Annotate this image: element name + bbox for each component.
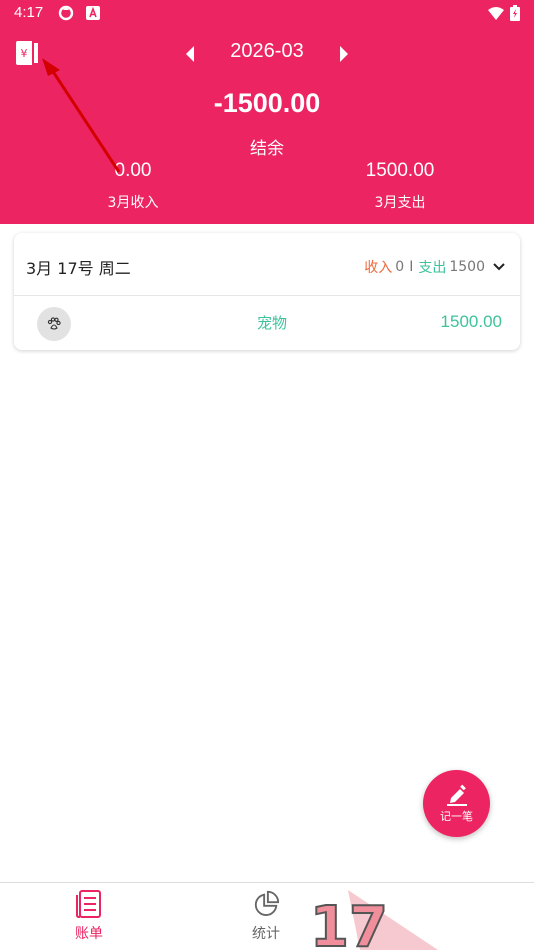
- day-card-header[interactable]: 3月 17号 周二 收入 0 I 支出 1500: [14, 233, 520, 296]
- app-a-icon: [86, 6, 100, 20]
- list-item[interactable]: 宠物 1500.00: [14, 296, 520, 350]
- paw-icon: [37, 307, 71, 341]
- wifi-icon: [488, 7, 504, 20]
- day-expense-value: 1500: [449, 259, 485, 275]
- nav-item-bills[interactable]: 账单: [44, 889, 134, 943]
- day-income-value: 0: [395, 259, 405, 275]
- month-selector: 2026-03: [0, 38, 534, 70]
- income-value: 0.00: [114, 160, 152, 181]
- site-watermark-logo: 17: [309, 890, 438, 950]
- pencil-icon: [446, 784, 467, 806]
- balance-label: 结余: [250, 139, 284, 159]
- day-income-label: 收入: [364, 260, 393, 276]
- add-record-button[interactable]: 记一笔: [423, 770, 490, 837]
- chevron-down-icon[interactable]: [492, 260, 506, 274]
- current-month[interactable]: 2026-03: [210, 40, 324, 63]
- entry-amount: 1500.00: [440, 312, 502, 331]
- bills-icon: [76, 890, 101, 918]
- monthly-income: 0.00 3月收入: [33, 160, 233, 212]
- nav-item-stats[interactable]: 统计: [221, 889, 311, 943]
- sync-icon: [58, 5, 74, 21]
- nav-label-bills: 账单: [75, 926, 103, 942]
- prev-month-arrow-icon[interactable]: [184, 44, 196, 64]
- day-summary-separator: I: [409, 259, 414, 275]
- expense-label: 3月支出: [374, 195, 426, 211]
- battery-icon: [510, 5, 520, 21]
- svg-text:17: 17: [310, 895, 388, 950]
- income-label: 3月收入: [107, 195, 159, 211]
- day-card: 3月 17号 周二 收入 0 I 支出 1500 宠物 1500.00: [14, 233, 520, 350]
- day-summary: 收入 0 I 支出 1500: [364, 257, 506, 277]
- next-month-arrow-icon[interactable]: [338, 44, 350, 64]
- monthly-expense: 1500.00 3月支出: [300, 160, 500, 212]
- status-time: 4:17: [14, 4, 44, 21]
- pie-chart-icon: [254, 890, 280, 916]
- nav-label-stats: 统计: [252, 926, 280, 942]
- balance-value: -1500.00: [213, 88, 321, 118]
- expense-value: 1500.00: [365, 160, 435, 181]
- day-date-label: 3月 17号 周二: [26, 259, 131, 278]
- entry-category: 宠物: [256, 314, 287, 332]
- day-expense-label: 支出: [418, 260, 447, 276]
- add-record-label: 记一笔: [440, 809, 473, 823]
- summary-header: 4:17 ¥ 2026-03 -1500.00 结余 0.00 3月收入 150…: [0, 0, 534, 224]
- status-bar: 4:17: [0, 0, 534, 28]
